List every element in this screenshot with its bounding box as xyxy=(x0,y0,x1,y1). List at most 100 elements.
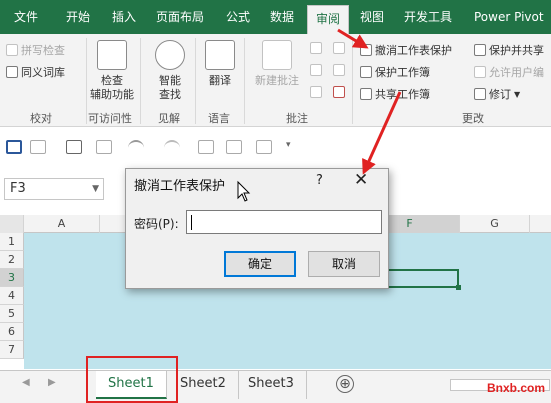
group-label-accessibility: 可访问性 xyxy=(88,112,132,125)
quick-access-toolbar: ▾ xyxy=(0,128,551,164)
translate-button[interactable]: 翻译 xyxy=(202,40,238,88)
tab-insert[interactable]: 插入 xyxy=(104,0,144,34)
group-label-proofing: 校对 xyxy=(30,112,52,125)
allow-edit-ranges-button[interactable]: 允许用户编 xyxy=(474,64,544,80)
new-comment-button[interactable]: 新建批注 xyxy=(248,40,306,88)
tab-home[interactable]: 开始 xyxy=(58,0,98,34)
share-workbook-icon xyxy=(360,88,372,100)
group-label-comments: 批注 xyxy=(286,112,308,125)
ribbon-tab-bar: 文件 开始 插入 页面布局 公式 数据 审阅 视图 开发工具 Power Piv… xyxy=(0,0,551,34)
name-box[interactable]: F3 ▼ xyxy=(4,178,104,200)
group-separator xyxy=(195,38,196,124)
dialog-title: 撤消工作表保护 xyxy=(134,179,226,194)
smart-lookup-button[interactable]: 智能 查找 xyxy=(150,40,190,102)
tab-formulas[interactable]: 公式 xyxy=(218,0,258,34)
thesaurus-label: 同义词库 xyxy=(21,66,65,79)
highlight-box-sheet1 xyxy=(86,356,178,403)
allow-edit-ranges-icon xyxy=(474,66,486,78)
share-workbook-button[interactable]: 共享工作簿 xyxy=(360,86,430,102)
chevron-down-icon: ▼ xyxy=(514,89,521,99)
customize-toolbar-icon[interactable]: ▾ xyxy=(286,140,291,150)
ok-button[interactable]: 确定 xyxy=(224,251,296,277)
track-changes-label: 修订 xyxy=(489,88,511,101)
group-separator xyxy=(244,38,245,124)
text-cursor xyxy=(191,215,192,230)
tab-developer[interactable]: 开发工具 xyxy=(396,0,460,34)
group-separator xyxy=(86,38,87,124)
row-header-3[interactable]: 3 xyxy=(0,269,24,287)
show-comment-icon[interactable] xyxy=(333,42,345,54)
add-sheet-icon[interactable]: ⊕ xyxy=(336,375,354,393)
ink-icon[interactable] xyxy=(333,86,345,98)
excel-window: 文件 开始 插入 页面布局 公式 数据 审阅 视图 开发工具 Power Piv… xyxy=(0,0,551,403)
smart-lookup-label: 智能 查找 xyxy=(159,74,181,101)
select-all-corner[interactable] xyxy=(0,215,24,233)
row-header-4[interactable]: 4 xyxy=(0,287,24,305)
protect-workbook-label: 保护工作簿 xyxy=(375,66,430,79)
check-accessibility-button[interactable]: 检查 辅助功能 xyxy=(88,40,136,102)
new-comment-label: 新建批注 xyxy=(255,74,299,87)
help-button[interactable]: ? xyxy=(316,173,323,188)
protect-and-share-button[interactable]: 保护并共享 xyxy=(474,42,544,58)
close-button[interactable]: ✕ xyxy=(354,170,368,190)
previous-comment-icon[interactable] xyxy=(310,64,322,76)
cancel-button[interactable]: 取消 xyxy=(308,251,380,277)
tab-review[interactable]: 审阅 xyxy=(307,5,350,34)
spell-check-label: 拼写检查 xyxy=(21,44,65,57)
tab-data[interactable]: 数据 xyxy=(262,0,302,34)
save-icon[interactable] xyxy=(6,140,22,154)
unprotect-sheet-dialog: 撤消工作表保护 ? ✕ 密码(P): 确定 取消 xyxy=(125,168,389,289)
print-icon[interactable] xyxy=(66,140,82,154)
group-separator xyxy=(140,38,141,124)
new-file-icon[interactable] xyxy=(30,140,46,154)
sheet-tab-sheet3[interactable]: Sheet3 xyxy=(236,371,307,399)
scroll-right-icon[interactable]: ▶ xyxy=(48,377,56,388)
column-header-a[interactable]: A xyxy=(24,215,100,233)
track-changes-icon xyxy=(474,88,486,100)
tab-page-layout[interactable]: 页面布局 xyxy=(148,0,212,34)
row-header-2[interactable]: 2 xyxy=(0,251,24,269)
protect-and-share-label: 保护并共享 xyxy=(489,44,544,57)
share-workbook-label: 共享工作簿 xyxy=(375,88,430,101)
thesaurus-icon xyxy=(6,66,18,78)
group-label-language: 语言 xyxy=(208,112,230,125)
name-box-value: F3 xyxy=(10,181,26,196)
column-header-g[interactable]: G xyxy=(460,215,530,233)
format-painter-icon[interactable] xyxy=(96,140,112,154)
unprotect-sheet-label: 撤消工作表保护 xyxy=(375,44,452,57)
watermark: Bnxb.com xyxy=(486,381,545,395)
show-all-comments-icon[interactable] xyxy=(333,64,345,76)
undo-icon[interactable] xyxy=(128,140,144,154)
password-input[interactable] xyxy=(186,210,382,234)
accessibility-icon xyxy=(97,40,127,70)
track-changes-button[interactable]: 修订 ▼ xyxy=(474,86,520,102)
row-header-6[interactable]: 6 xyxy=(0,323,24,341)
new-comment-icon xyxy=(262,40,292,70)
chevron-down-icon: ▼ xyxy=(92,184,99,194)
table-icon[interactable] xyxy=(256,140,272,154)
redo-icon[interactable] xyxy=(164,140,180,154)
tab-view[interactable]: 视图 xyxy=(352,0,392,34)
tab-file[interactable]: 文件 xyxy=(6,0,46,34)
group-label-changes: 更改 xyxy=(462,112,484,125)
sheet-tab-sheet2[interactable]: Sheet2 xyxy=(168,371,239,399)
spell-check-icon xyxy=(6,44,18,56)
spell-check-button[interactable]: 拼写检查 xyxy=(6,42,65,58)
unprotect-sheet-icon xyxy=(360,44,372,56)
protect-workbook-button[interactable]: 保护工作簿 xyxy=(360,64,430,80)
sort-icon[interactable] xyxy=(198,140,214,154)
row-header-5[interactable]: 5 xyxy=(0,305,24,323)
calendar-icon[interactable] xyxy=(226,140,242,154)
protect-workbook-icon xyxy=(360,66,372,78)
thesaurus-button[interactable]: 同义词库 xyxy=(6,64,65,80)
next-comment-icon[interactable] xyxy=(310,86,322,98)
tab-power-pivot[interactable]: Power Pivot xyxy=(466,0,551,34)
unprotect-sheet-button[interactable]: 撤消工作表保护 xyxy=(360,42,452,58)
group-label-insights: 见解 xyxy=(158,112,180,125)
row-header-7[interactable]: 7 xyxy=(0,341,24,359)
protect-and-share-icon xyxy=(474,44,486,56)
group-separator xyxy=(352,38,353,124)
scroll-left-icon[interactable]: ◀ xyxy=(22,377,30,388)
row-header-1[interactable]: 1 xyxy=(0,233,24,251)
delete-comment-icon[interactable] xyxy=(310,42,322,54)
